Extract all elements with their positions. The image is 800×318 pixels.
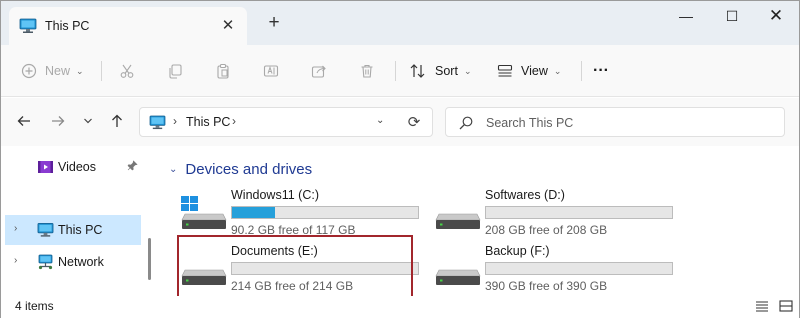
close-window-button[interactable]: ✕ (753, 5, 799, 29)
details-view-icon[interactable] (755, 300, 769, 312)
recent-locations-button[interactable] (77, 110, 99, 132)
share-icon (311, 65, 326, 78)
drive-usage-fill (232, 207, 275, 218)
drive-name: Softwares (D:) (485, 188, 565, 202)
drive-icon (435, 269, 481, 285)
breadcrumb-chevron-icon[interactable]: › (232, 114, 236, 128)
drive-item-f[interactable]: Backup (F:) 390 GB free of 390 GB (435, 244, 679, 294)
chevron-down-icon: ⌄ (463, 65, 472, 76)
drive-icon (435, 213, 481, 229)
sidebar-item-label: Network (58, 255, 104, 269)
tab-this-pc[interactable]: This PC ✕ (9, 7, 247, 45)
sort-icon (410, 64, 425, 78)
command-bar: New ⌄ Sort ⌄ View ⌄ ··· (1, 45, 799, 97)
group-header-devices-and-drives[interactable]: ⌄ Devices and drives (169, 161, 312, 178)
tiles-view-icon[interactable] (779, 300, 793, 312)
system-drive-icon (181, 196, 227, 229)
paste-button[interactable] (215, 57, 231, 85)
breadcrumb-chevron-icon[interactable]: › (173, 114, 177, 128)
sort-label: Sort (435, 64, 458, 78)
item-count: 4 items (15, 299, 54, 313)
drive-item-d[interactable]: Softwares (D:) 208 GB free of 208 GB (435, 188, 679, 238)
tab-title: This PC (45, 19, 90, 33)
paste-icon (217, 63, 229, 79)
address-row: › This PC › ⌄ ⟳ Search This PC (1, 98, 799, 146)
new-label: New (45, 64, 71, 78)
drive-name: Windows11 (C:) (231, 188, 319, 202)
network-icon (38, 254, 53, 270)
content-pane: ⌄ Devices and drives Windows11 (C:) 90.2… (159, 146, 799, 306)
back-button[interactable] (13, 110, 35, 132)
more-options-button[interactable]: ··· (593, 57, 609, 85)
this-pc-icon (37, 223, 54, 237)
status-bar: 4 items (1, 296, 799, 318)
drive-item-c[interactable]: Windows11 (C:) 90.2 GB free of 117 GB (181, 188, 425, 238)
drive-usage-bar (485, 206, 673, 219)
up-button[interactable] (106, 110, 128, 132)
this-pc-icon (19, 18, 37, 33)
forward-button[interactable] (47, 110, 69, 132)
search-icon (459, 116, 473, 130)
file-explorer-window: This PC ✕ + — ☐ ✕ New ⌄ Sort ⌄ View ⌄ ··… (0, 0, 800, 318)
sidebar-item-videos[interactable]: Videos (5, 152, 141, 182)
up-arrow-icon (112, 114, 122, 127)
copy-button[interactable] (167, 57, 183, 85)
sidebar-item-label: This PC (58, 223, 103, 237)
drive-usage-bar (231, 206, 419, 219)
maximize-button[interactable]: ☐ (709, 5, 755, 29)
rename-icon (263, 65, 279, 77)
back-arrow-icon (17, 116, 30, 126)
share-button[interactable] (311, 57, 327, 85)
chevron-right-icon[interactable]: › (14, 255, 17, 266)
sidebar-item-label: Videos (58, 160, 96, 174)
group-title: Devices and drives (185, 161, 313, 178)
breadcrumb-this-pc[interactable]: This PC (186, 115, 230, 129)
search-input[interactable]: Search This PC (445, 107, 785, 137)
drive-free-space: 208 GB free of 208 GB (485, 223, 608, 237)
navigation-pane: Videos › This PC › Network (1, 146, 159, 296)
drive-name: Backup (F:) (485, 244, 550, 258)
delete-icon (361, 64, 373, 78)
new-tab-button[interactable]: + (263, 13, 285, 35)
view-button[interactable]: View ⌄ (497, 57, 561, 85)
new-icon (21, 63, 37, 79)
cut-icon (120, 64, 134, 78)
sidebar-item-network[interactable]: › Network (5, 247, 141, 277)
chevron-down-icon: ⌄ (553, 65, 562, 76)
pin-icon[interactable] (127, 160, 138, 174)
close-tab-icon[interactable]: ✕ (217, 15, 239, 37)
more-icon: ··· (593, 62, 609, 79)
separator (581, 61, 582, 81)
drive-usage-bar (485, 262, 673, 275)
copy-icon (169, 64, 182, 79)
chevron-down-icon: ⌄ (76, 65, 84, 76)
address-bar[interactable]: › This PC › ⌄ ⟳ (139, 107, 433, 137)
view-icon (497, 64, 513, 77)
address-dropdown-icon[interactable]: ⌄ (376, 115, 384, 126)
videos-icon (38, 161, 53, 173)
minimize-button[interactable]: — (663, 5, 709, 29)
view-label: View (521, 64, 548, 78)
sidebar-scrollbar[interactable] (148, 238, 151, 280)
this-pc-icon (149, 115, 166, 130)
chevron-right-icon[interactable]: › (14, 223, 17, 234)
delete-button[interactable] (359, 57, 375, 85)
refresh-icon[interactable]: ⟳ (404, 113, 424, 133)
drive-free-space: 390 GB free of 390 GB (485, 279, 608, 293)
sidebar-item-this-pc[interactable]: › This PC (5, 215, 141, 245)
chevron-down-icon (84, 118, 92, 124)
new-button[interactable]: New ⌄ (21, 57, 84, 85)
cut-button[interactable] (119, 57, 135, 85)
rename-button[interactable] (263, 57, 279, 85)
search-placeholder: Search This PC (486, 116, 574, 130)
title-bar: This PC ✕ + — ☐ ✕ (1, 1, 799, 45)
sort-button[interactable]: Sort ⌄ (409, 57, 471, 85)
separator (101, 61, 102, 81)
forward-arrow-icon (52, 116, 65, 126)
separator (395, 61, 396, 81)
chevron-down-icon: ⌄ (169, 164, 178, 175)
